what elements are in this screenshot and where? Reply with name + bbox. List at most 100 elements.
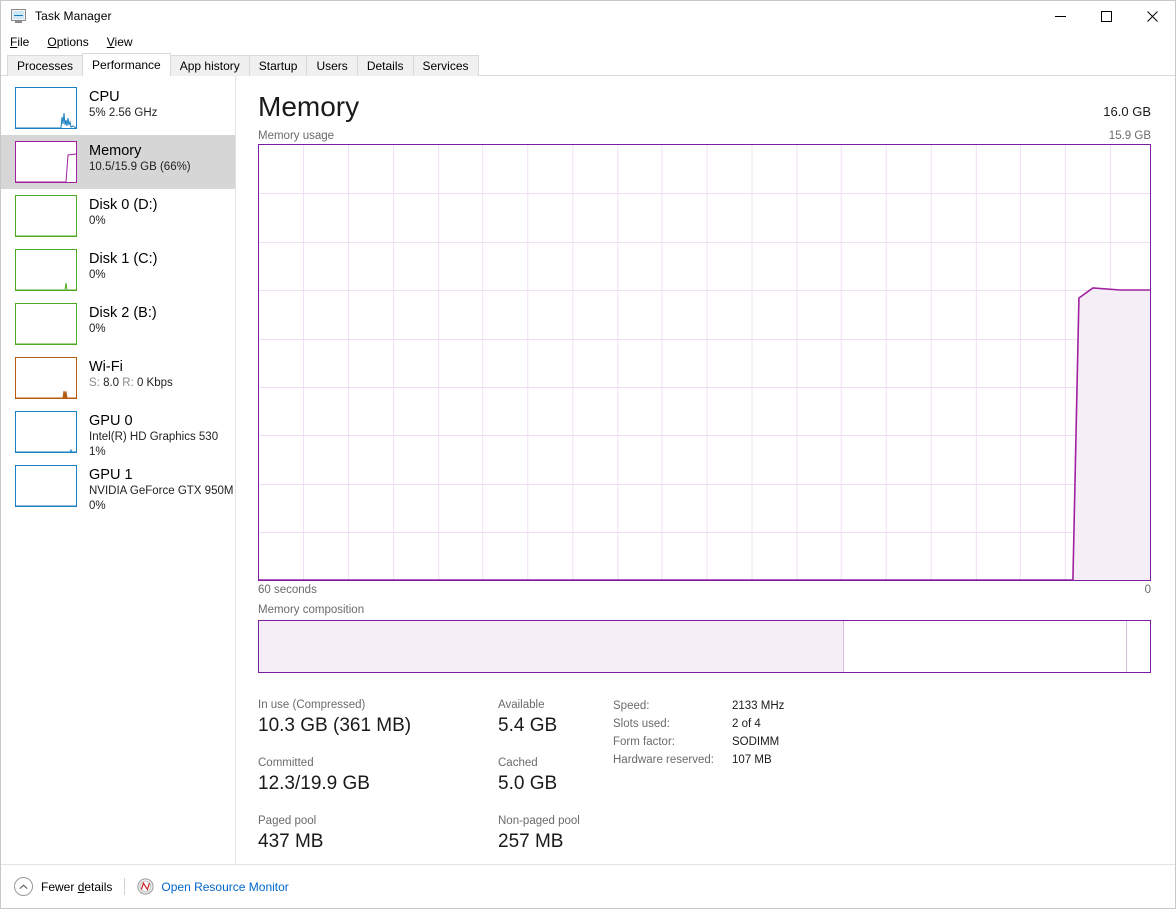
tab-processes[interactable]: Processes	[7, 55, 84, 76]
detail-key: Form factor:	[613, 736, 675, 748]
sidebar-item-wifi[interactable]: Wi-Fi S: 8.0 R: 0 Kbps	[1, 351, 235, 405]
minimize-button[interactable]	[1037, 1, 1083, 31]
task-manager-icon	[11, 8, 27, 24]
chart-gridlines	[259, 145, 1150, 580]
stat-value: 12.3/19.9 GB	[258, 773, 370, 794]
sidebar-item-label: Disk 0 (D:)	[89, 197, 158, 213]
stat-value: 437 MB	[258, 831, 324, 852]
stat-in-use: In use (Compressed) 10.3 GB (361 MB)	[258, 697, 498, 739]
sidebar-item-label: Wi-Fi	[89, 359, 123, 375]
stat-caption: Paged pool	[258, 815, 317, 827]
detail-key: Slots used:	[613, 718, 670, 730]
table-row: Speed: 2133 MHz	[613, 697, 784, 715]
stat-caption: In use (Compressed)	[258, 699, 366, 711]
gpu0-mini-graph	[15, 411, 77, 453]
composition-divider-1	[842, 621, 844, 672]
sidebar-item-label: GPU 0	[89, 413, 133, 429]
window-title: Task Manager	[35, 9, 112, 23]
sidebar-item-label: Disk 1 (C:)	[89, 251, 158, 267]
detail-value: SODIMM	[731, 736, 780, 748]
tab-services[interactable]: Services	[412, 55, 479, 76]
open-resource-monitor-link[interactable]: Open Resource Monitor	[137, 878, 289, 895]
tab-performance[interactable]: Performance	[82, 53, 171, 76]
memory-usage-graph	[258, 144, 1151, 581]
stat-cached: Cached 5.0 GB	[498, 755, 613, 797]
sidebar-item-sub: 0%	[89, 215, 106, 227]
detail-key: Hardware reserved:	[613, 754, 714, 766]
memory-mini-graph	[15, 141, 77, 183]
tab-app-history[interactable]: App history	[169, 55, 250, 76]
page-title: Memory	[258, 91, 360, 122]
menu-view[interactable]: View	[107, 33, 142, 51]
sidebar-item-sub: Intel(R) HD Graphics 530	[89, 431, 219, 443]
stat-caption: Non-paged pool	[498, 815, 580, 827]
footer-divider	[124, 878, 126, 895]
memory-total: 16.0 GB	[1103, 104, 1151, 119]
stat-available: Available 5.4 GB	[498, 697, 613, 739]
stat-nonpaged-pool: Non-paged pool 257 MB	[498, 813, 613, 855]
cpu-mini-graph	[15, 87, 77, 129]
chevron-up-icon	[14, 877, 33, 896]
sidebar-item-sub: NVIDIA GeForce GTX 950M	[89, 485, 234, 497]
chart-line	[259, 287, 1150, 580]
maximize-button[interactable]	[1083, 1, 1129, 31]
table-row: Hardware reserved: 107 MB	[613, 751, 784, 769]
memory-details-table: Speed: 2133 MHz Slots used: 2 of 4 Form …	[613, 697, 784, 769]
close-button[interactable]	[1129, 1, 1175, 31]
table-row: Form factor: SODIMM	[613, 733, 784, 751]
resource-monitor-icon	[137, 878, 154, 895]
sidebar-item-label: CPU	[89, 89, 120, 105]
memory-usage-chart	[259, 145, 1150, 580]
window-controls	[1037, 1, 1175, 31]
sidebar-item-sub: S: 8.0 R: 0 Kbps	[89, 377, 173, 389]
tab-startup[interactable]: Startup	[248, 55, 308, 76]
tab-bar: Processes Performance App history Startu…	[1, 53, 1175, 76]
stat-value: 5.4 GB	[498, 715, 558, 736]
sidebar-item-gpu0[interactable]: GPU 0 Intel(R) HD Graphics 530 1%	[1, 405, 235, 459]
memory-stats: In use (Compressed) 10.3 GB (361 MB) Com…	[258, 697, 1151, 871]
stats-column-right: Speed: 2133 MHz Slots used: 2 of 4 Form …	[613, 697, 1151, 871]
menu-options[interactable]: Options	[47, 33, 97, 51]
resource-monitor-label: Open Resource Monitor	[161, 879, 289, 894]
tab-details[interactable]: Details	[356, 55, 414, 76]
panel-header: Memory 16.0 GB	[258, 76, 1151, 124]
sidebar-item-memory[interactable]: Memory 10.5/15.9 GB (66%)	[1, 135, 235, 189]
sidebar-item-sub2: 0%	[89, 500, 106, 512]
chart-area-fill	[1072, 288, 1150, 580]
stat-value: 10.3 GB (361 MB)	[258, 715, 412, 736]
memory-panel: Memory 16.0 GB Memory usage 15.9 GB 60 s…	[236, 76, 1175, 864]
stat-paged-pool: Paged pool 437 MB	[258, 813, 498, 855]
sidebar-item-disk2[interactable]: Disk 2 (B:) 0%	[1, 297, 235, 351]
composition-divider-2	[1125, 621, 1127, 672]
disk0-mini-graph	[15, 195, 77, 237]
sidebar-item-label: Disk 2 (B:)	[89, 305, 157, 321]
tab-users[interactable]: Users	[306, 55, 358, 76]
stat-value: 257 MB	[498, 831, 564, 852]
stats-column-left: In use (Compressed) 10.3 GB (361 MB) Com…	[258, 697, 498, 871]
stat-caption: Available	[498, 699, 545, 711]
sidebar-item-sub: 0%	[89, 269, 106, 281]
stat-caption: Cached	[498, 757, 538, 769]
memory-composition-bar[interactable]	[258, 620, 1151, 673]
sidebar-item-disk0[interactable]: Disk 0 (D:) 0%	[1, 189, 235, 243]
detail-key: Speed:	[613, 700, 650, 712]
detail-value: 2 of 4	[731, 718, 761, 730]
sidebar-item-sub: 10.5/15.9 GB (66%)	[89, 161, 191, 173]
stat-caption: Committed	[258, 757, 314, 769]
menu-bar: File Options View	[1, 31, 1175, 53]
stat-value: 5.0 GB	[498, 773, 558, 794]
usage-label: Memory usage	[258, 130, 335, 142]
title-bar: Task Manager	[1, 1, 1175, 31]
usage-header: Memory usage 15.9 GB	[258, 130, 1151, 142]
axis-right-label: 0	[1144, 584, 1151, 596]
sidebar-item-gpu1[interactable]: GPU 1 NVIDIA GeForce GTX 950M 0%	[1, 459, 235, 513]
menu-file[interactable]: File	[10, 33, 38, 51]
stats-column-middle: Available 5.4 GB Cached 5.0 GB Non-paged…	[498, 697, 613, 871]
sidebar-item-disk1[interactable]: Disk 1 (C:) 0%	[1, 243, 235, 297]
sidebar-item-sub: 0%	[89, 323, 106, 335]
composition-in-use-segment	[259, 621, 843, 672]
sidebar-item-cpu[interactable]: CPU 5% 2.56 GHz	[1, 81, 235, 135]
composition-label: Memory composition	[258, 604, 365, 616]
disk2-mini-graph	[15, 303, 77, 345]
fewer-details-button[interactable]: Fewer details	[14, 877, 112, 896]
